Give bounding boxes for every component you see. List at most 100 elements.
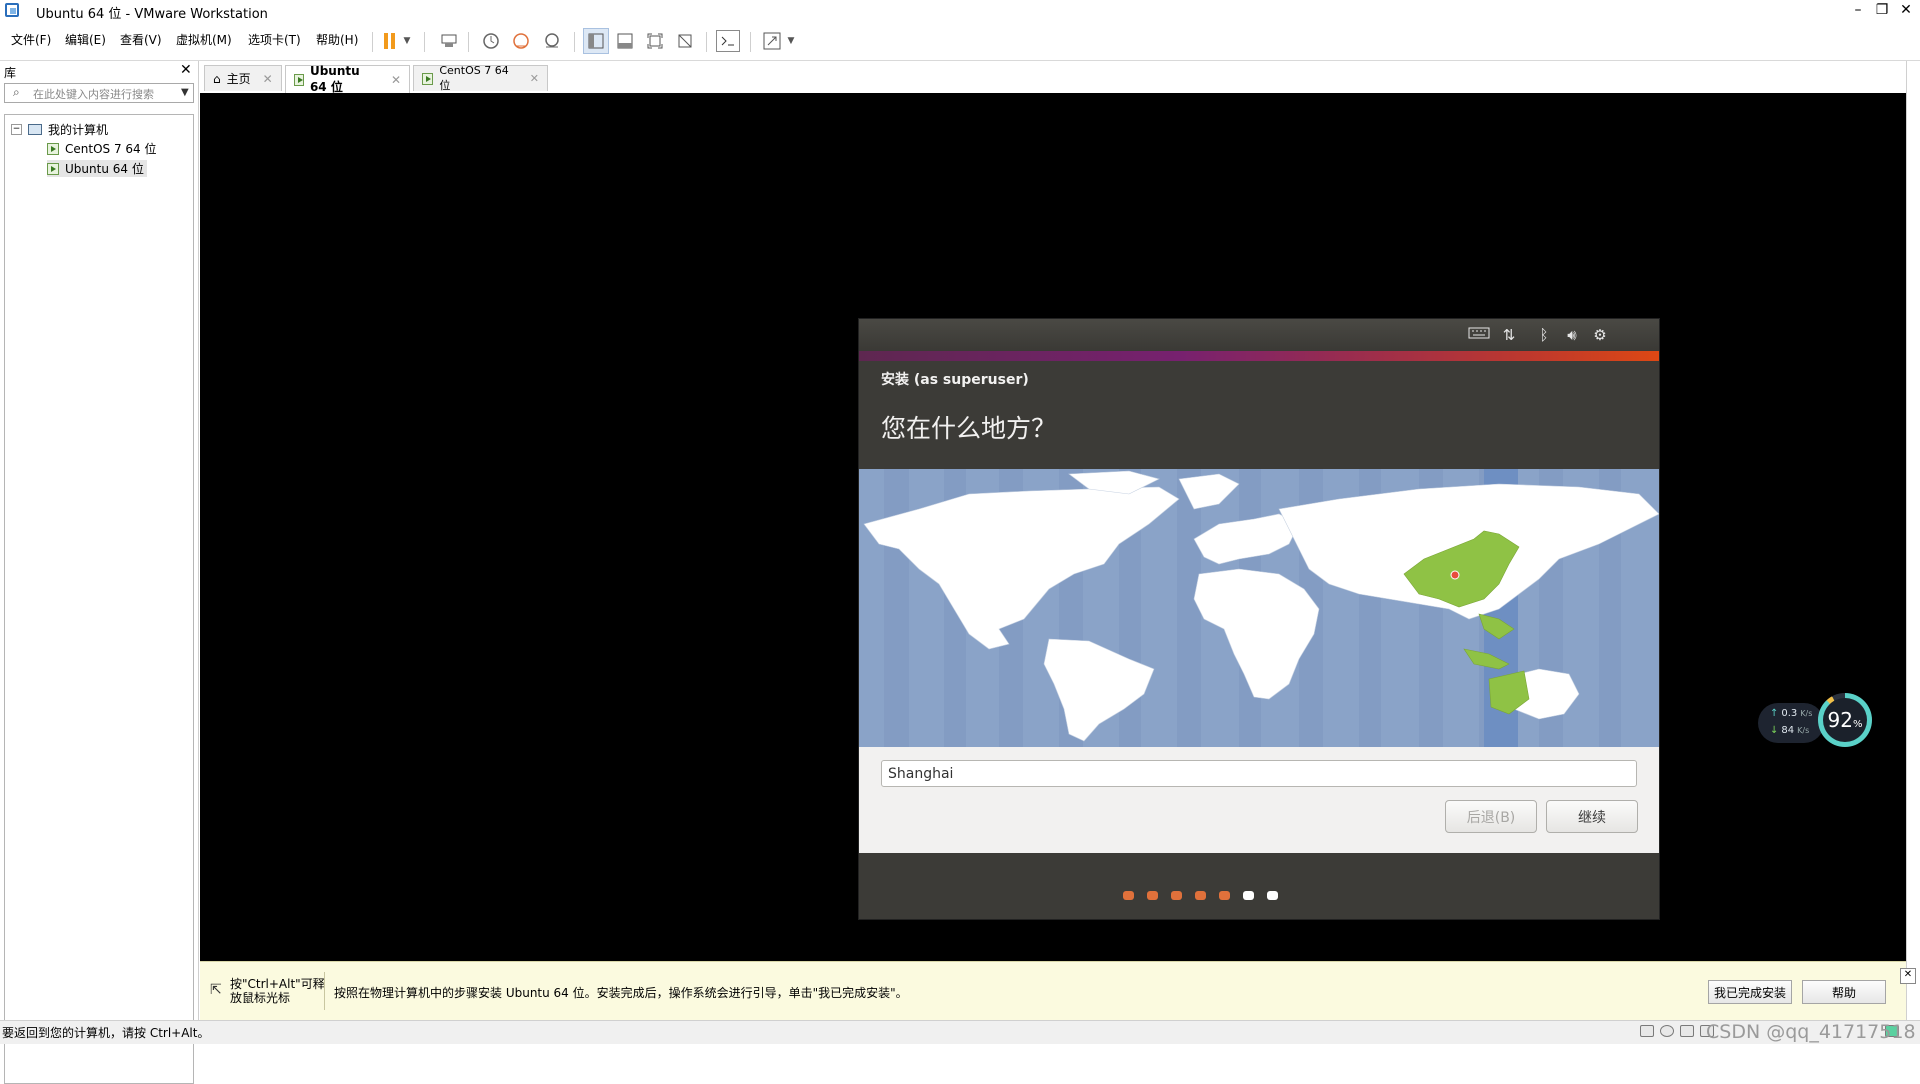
vm-icon <box>47 142 59 155</box>
toolbar-separator <box>468 32 469 52</box>
console-view-icon[interactable] <box>716 30 740 52</box>
menu-view[interactable]: 查看(V) <box>120 31 162 48</box>
library-tree: − 我的计算机 CentOS 7 64 位 Ubuntu 64 位 <box>4 114 194 1084</box>
watermark: CSDN @qq_41717518 <box>1706 1021 1916 1043</box>
collapse-icon[interactable]: − <box>11 124 22 135</box>
progress-dot <box>1171 891 1182 900</box>
toolbar-separator <box>750 32 751 52</box>
location-form: 后退(B) 继续 <box>859 747 1659 853</box>
menu-help[interactable]: 帮助(H) <box>316 31 358 48</box>
vm-icon <box>294 73 304 86</box>
world-map-svg <box>859 469 1659 747</box>
unity-icon[interactable] <box>672 28 698 54</box>
release-mouse-hint: 按"Ctrl+Alt"可释放鼠标光标 <box>230 977 325 1005</box>
tab-label: 主页 <box>226 72 251 86</box>
chevron-down-icon[interactable]: ▼ <box>181 87 189 98</box>
toolbar-separator <box>706 32 707 52</box>
vm-icon <box>422 72 434 85</box>
vmware-logo-icon <box>5 3 19 17</box>
close-icon[interactable]: ✕ <box>180 62 192 78</box>
snapshot-manager-icon[interactable] <box>539 28 565 54</box>
usage-percent: 92% <box>1823 698 1867 742</box>
tab-centos[interactable]: CentOS 7 64 位 ✕ <box>413 64 548 92</box>
menu-edit[interactable]: 编辑(E) <box>65 31 106 48</box>
tree-item-label: 我的计算机 <box>48 123 109 137</box>
installer-subtitle: 安装 (as superuser) <box>881 372 1029 388</box>
back-button[interactable]: 后退(B) <box>1445 800 1537 833</box>
dropdown-icon[interactable]: ▼ <box>784 28 798 54</box>
menu-file[interactable]: 文件(F) <box>11 31 51 48</box>
finished-install-button[interactable]: 我已完成安装 <box>1708 980 1792 1004</box>
toolbar-separator <box>574 32 575 52</box>
tab-ubuntu[interactable]: Ubuntu 64 位 ✕ <box>285 64 410 94</box>
minimize-button[interactable]: – <box>1846 0 1870 22</box>
close-icon[interactable]: ✕ <box>1900 968 1916 984</box>
ubuntu-installer-window: ⇅ ᛒ 🔊︎ ⚙ 安装 (as superuser) 您在什么地方？ Shang… <box>859 319 1659 919</box>
status-text: 要返回到您的计算机，请按 Ctrl+Alt。 <box>2 1026 210 1040</box>
install-progress <box>859 853 1659 919</box>
tab-label: Ubuntu 64 位 <box>309 64 360 94</box>
status-bar: 要返回到您的计算机，请按 Ctrl+Alt。 CSDN @qq_41717518 <box>0 1020 1920 1044</box>
upload-unit: K/s <box>1800 709 1813 718</box>
snapshot-icon[interactable] <box>478 28 504 54</box>
library-title: 库 <box>4 66 17 80</box>
cd-drive-icon[interactable] <box>1660 1025 1674 1037</box>
vm-icon <box>47 162 59 175</box>
revert-snapshot-icon[interactable] <box>508 28 534 54</box>
toolbar-separator <box>424 32 425 52</box>
progress-dot <box>1243 891 1254 900</box>
ubuntu-top-panel: ⇅ ᛒ 🔊︎ ⚙ <box>859 319 1659 351</box>
home-icon: ⌂ <box>213 71 221 86</box>
tab-home[interactable]: ⌂ 主页 ✕ <box>204 65 282 91</box>
restore-button[interactable]: ❐ <box>1870 0 1894 22</box>
tree-item-ubuntu[interactable]: Ubuntu 64 位 <box>47 160 147 177</box>
download-value: 84 <box>1781 725 1795 736</box>
network-adapter-icon[interactable] <box>1680 1025 1694 1037</box>
search-placeholder: 在此处键入内容进行搜索 <box>33 88 154 101</box>
right-edge-strip <box>1906 61 1920 1026</box>
tab-label: CentOS 7 64 位 <box>439 64 509 92</box>
divider <box>0 60 1920 61</box>
volume-icon[interactable]: 🔊︎ <box>1561 325 1583 345</box>
divider <box>324 972 325 1010</box>
timezone-map[interactable] <box>859 469 1659 747</box>
bluetooth-icon[interactable]: ᛒ <box>1533 325 1555 345</box>
tree-item-centos[interactable]: CentOS 7 64 位 <box>47 140 156 157</box>
close-button[interactable]: ✕ <box>1894 0 1918 22</box>
installer-header: 安装 (as superuser) 您在什么地方？ <box>859 361 1659 469</box>
show-library-icon[interactable] <box>583 28 609 54</box>
network-icon[interactable]: ⇅ <box>1498 325 1520 345</box>
menu-tabs[interactable]: 选项卡(T) <box>248 31 301 48</box>
arrow-up-icon: ↑ <box>1770 708 1779 719</box>
install-hint-bar: ⇱ 按"Ctrl+Alt"可释放鼠标光标 按照在物理计算机中的步骤安装 Ubun… <box>200 961 1916 1020</box>
net-speed-pill: ↑ 0.3 K/s ↓ 84 K/s <box>1758 703 1824 743</box>
send-ctrl-alt-del-icon[interactable] <box>436 28 462 54</box>
installer-title: 您在什么地方？ <box>881 414 1057 443</box>
tree-item-my-computer[interactable]: − 我的计算机 <box>11 121 108 138</box>
close-icon[interactable]: ✕ <box>530 72 539 85</box>
window-title: Ubuntu 64 位 - VMware Workstation <box>36 7 268 22</box>
tree-item-label: CentOS 7 64 位 <box>65 142 157 156</box>
close-icon[interactable]: ✕ <box>391 73 401 87</box>
stretch-guest-icon[interactable] <box>759 28 785 54</box>
progress-dot <box>1219 891 1230 900</box>
usage-gauge[interactable]: 92% <box>1818 693 1872 747</box>
progress-dot <box>1123 891 1134 900</box>
library-search-input[interactable]: ⌕ 在此处键入内容进行搜索 ▼ <box>4 83 194 103</box>
hard-disk-icon[interactable] <box>1640 1025 1654 1037</box>
vm-display[interactable]: ⇅ ᛒ 🔊︎ ⚙ 安装 (as superuser) 您在什么地方？ Shang… <box>200 93 1906 961</box>
install-instructions: 按照在物理计算机中的步骤安装 Ubuntu 64 位。安装完成后，操作系统会进行… <box>334 986 908 1000</box>
cursor-icon: ⇱ <box>210 982 222 998</box>
network-speed-widget: ↑ 0.3 K/s ↓ 84 K/s 92% <box>1758 693 1874 749</box>
menu-vm[interactable]: 虚拟机(M) <box>176 31 232 48</box>
location-input[interactable] <box>881 760 1637 787</box>
close-icon[interactable]: ✕ <box>263 72 273 86</box>
keyboard-icon[interactable] <box>1468 325 1490 345</box>
settings-icon[interactable]: ⚙ <box>1589 325 1611 345</box>
help-button[interactable]: 帮助 <box>1802 980 1886 1004</box>
dropdown-icon[interactable]: ▼ <box>400 28 414 54</box>
continue-button[interactable]: 继续 <box>1546 800 1638 833</box>
title-bar: Ubuntu 64 位 - VMware Workstation – ❐ ✕ <box>0 0 1920 22</box>
thumbnail-bar-icon[interactable] <box>612 28 638 54</box>
full-screen-icon[interactable] <box>642 28 668 54</box>
